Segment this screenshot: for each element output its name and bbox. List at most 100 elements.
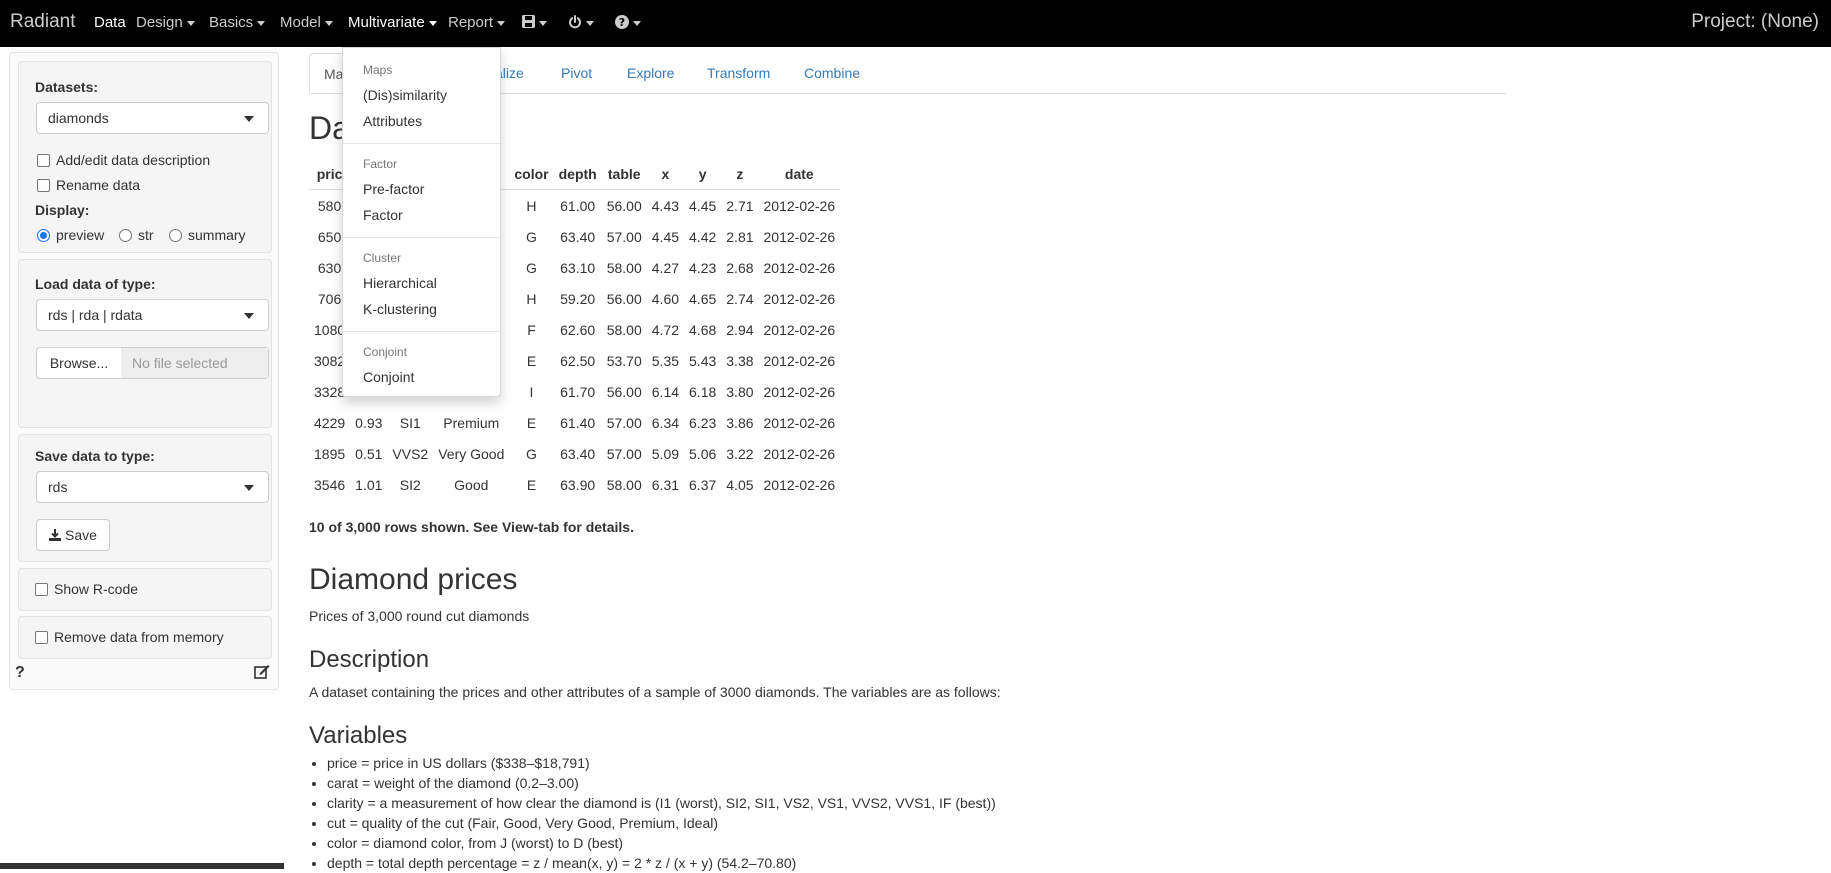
table-cell: G — [526, 259, 537, 276]
load-type-select[interactable]: rds | rda | rdata — [36, 299, 269, 331]
display-preview-radio[interactable]: preview — [37, 227, 104, 243]
table-cell: 3.22 — [726, 445, 754, 462]
help-link[interactable]: ? — [15, 664, 25, 682]
checkbox-box[interactable] — [35, 631, 48, 644]
table-cell: 5.06 — [689, 445, 717, 462]
table-cell: 4.65 — [689, 290, 717, 307]
nav-report[interactable]: Report — [448, 14, 506, 31]
horizontal-scrollbar[interactable] — [0, 863, 284, 869]
menu-item-pre-factor[interactable]: Pre-factor — [363, 181, 424, 197]
save-type-select[interactable]: rds — [36, 471, 269, 503]
tab-combine[interactable]: Combine — [804, 65, 860, 81]
menu-divider — [343, 237, 500, 238]
tab-pivot[interactable]: Pivot — [561, 65, 592, 81]
tab-transform[interactable]: Transform — [707, 65, 770, 81]
description-heading: Description — [309, 646, 430, 673]
nav-power-menu[interactable] — [568, 14, 594, 31]
table-cell: 2.71 — [726, 197, 754, 214]
datasets-label: Datasets: — [35, 79, 99, 95]
table-cell: G — [526, 445, 537, 462]
list-item: clarity = a measurement of how clear the… — [327, 793, 996, 813]
load-type-value: rds | rda | rdata — [48, 307, 143, 323]
table-row: 4229 0.93 SI1 Premium E 61.40 57.00 6.34 6.23 3.8… — [309, 407, 840, 438]
column-header: depth — [553, 158, 602, 190]
display-preview-label: preview — [56, 227, 105, 243]
radio-selected-icon[interactable] — [37, 229, 50, 242]
menu-item-factor[interactable]: Factor — [363, 207, 403, 223]
nav-help-menu[interactable]: ? — [615, 14, 641, 31]
checkbox-box[interactable] — [37, 154, 50, 167]
table-cell: Very Good — [438, 445, 505, 462]
save-button[interactable]: Save — [36, 519, 110, 551]
list-item: depth = total depth percentage = z / mea… — [327, 853, 996, 873]
table-cell: 4.60 — [651, 290, 680, 307]
download-icon — [49, 529, 62, 541]
nav-multivariate[interactable]: Multivariate — [348, 14, 437, 31]
table-cell: 57.00 — [606, 445, 642, 462]
table-cell: 4.45 — [651, 228, 680, 245]
table-cell: 4229 — [314, 414, 346, 431]
brand[interactable]: Radiant — [10, 11, 76, 33]
power-icon — [569, 15, 581, 29]
tab-explore[interactable]: Explore — [627, 65, 674, 81]
browse-button[interactable]: Browse... — [37, 348, 122, 378]
table-cell: 57.00 — [606, 414, 642, 431]
table-cell: 4.05 — [726, 476, 754, 493]
table-cell: 58.00 — [606, 321, 642, 338]
show-rcode-checkbox[interactable]: Show R-code — [35, 581, 138, 597]
table-cell: 0.51 — [355, 445, 383, 462]
table-cell: H — [526, 197, 537, 214]
file-name-field[interactable]: No file selected — [121, 348, 268, 378]
remove-data-checkbox[interactable]: Remove data from memory — [35, 629, 224, 645]
table-cell: 59.20 — [560, 290, 596, 307]
menu-item-conjoint[interactable]: Conjoint — [363, 369, 414, 385]
menu-item-hierarchical[interactable]: Hierarchical — [363, 275, 437, 291]
checkbox-box[interactable] — [37, 179, 50, 192]
file-upload[interactable]: Browse... No file selected — [36, 347, 269, 379]
display-label: Display: — [35, 202, 90, 218]
table-cell: 4.23 — [689, 259, 717, 276]
nav-data[interactable]: Data — [94, 14, 126, 31]
table-cell: 6.37 — [689, 476, 717, 493]
column-header: z — [721, 158, 759, 190]
dataset-select[interactable]: diamonds — [36, 102, 269, 134]
table-cell: 3.80 — [726, 383, 754, 400]
radio-icon[interactable] — [169, 229, 182, 242]
rename-data-checkbox[interactable]: Rename data — [37, 177, 140, 193]
dataset-title: Diamond prices — [309, 563, 518, 596]
caret-down-icon — [633, 20, 641, 26]
checkbox-box[interactable] — [35, 583, 48, 596]
display-summary-radio[interactable]: summary — [169, 227, 246, 243]
table-cell: 1.01 — [355, 476, 383, 493]
nav-basics[interactable]: Basics — [209, 14, 266, 31]
edit-icon[interactable] — [254, 664, 270, 682]
table-cell: 5.43 — [689, 352, 717, 369]
radio-icon[interactable] — [119, 229, 132, 242]
nav-design[interactable]: Design — [136, 14, 195, 31]
save-data-label: Save data to type: — [35, 448, 155, 464]
display-str-radio[interactable]: str — [119, 227, 154, 243]
table-cell: 4.43 — [651, 197, 680, 214]
column-header: y — [684, 158, 722, 190]
nav-multivariate-label: Multivariate — [348, 14, 425, 31]
table-cell: 5.35 — [651, 352, 680, 369]
menu-item-dissimilarity[interactable]: (Dis)similarity — [363, 87, 447, 103]
table-cell: 56.00 — [606, 290, 642, 307]
caret-down-icon — [497, 20, 506, 26]
description-text: A dataset containing the prices and othe… — [309, 684, 1001, 700]
show-rcode-label: Show R-code — [54, 581, 139, 597]
project-label[interactable]: Project: (None) — [1691, 11, 1819, 33]
menu-item-k-clustering[interactable]: K-clustering — [363, 301, 437, 317]
add-description-checkbox[interactable]: Add/edit data description — [37, 152, 210, 168]
rename-data-label: Rename data — [56, 177, 141, 193]
nav-model[interactable]: Model — [280, 14, 333, 31]
table-cell: 2012-02-26 — [763, 197, 836, 214]
table-cell: F — [527, 321, 536, 338]
menu-item-attributes[interactable]: Attributes — [363, 113, 422, 129]
table-cell: 63.10 — [560, 259, 596, 276]
nav-save-menu[interactable] — [522, 14, 547, 31]
add-description-label: Add/edit data description — [56, 152, 211, 168]
menu-divider — [343, 143, 500, 144]
nav-basics-label: Basics — [209, 14, 254, 31]
caret-down-icon — [428, 20, 437, 26]
